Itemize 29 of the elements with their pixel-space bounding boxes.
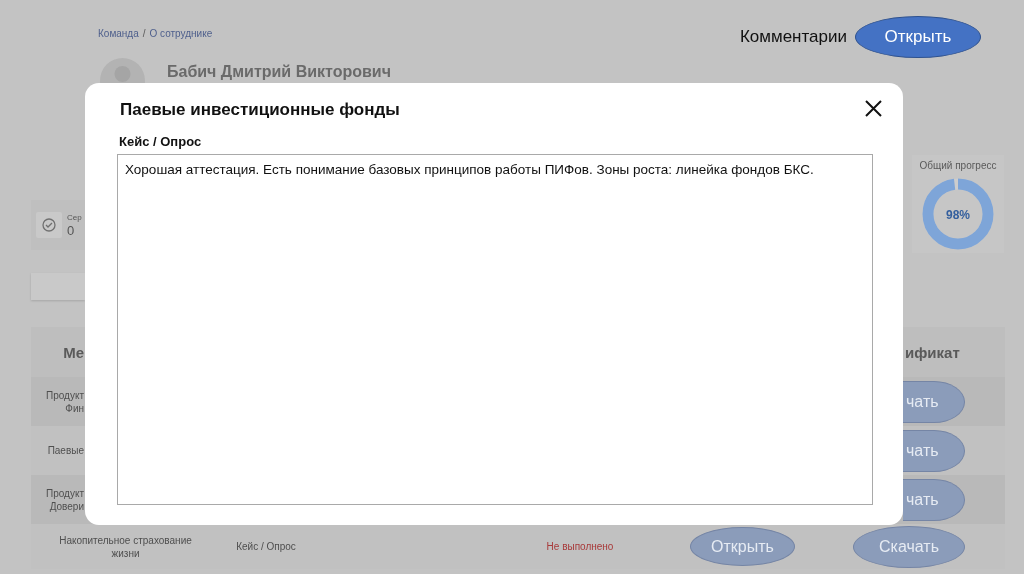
comments-label: Комментарии [739, 27, 847, 47]
status-text: Не выполнено [546, 541, 614, 552]
download-button[interactable]: Скачать [853, 525, 965, 568]
employee-name: Бабич Дмитрий Викторович [167, 62, 391, 82]
download-button[interactable]: чать [903, 478, 965, 521]
stat-value: 0 [67, 223, 76, 237]
table-cell-text: Продукт Фин [45, 388, 85, 415]
progress-percent: 98% [946, 207, 970, 222]
table-cell-text: Продукт Довери [45, 486, 85, 513]
modal-title: Паевые инвестиционные фонды [120, 99, 400, 121]
table-cell-text: Накопительное страхование жизни [58, 533, 193, 560]
open-comments-button[interactable]: Открыть [855, 16, 981, 58]
column-header: ификат [904, 343, 961, 361]
open-button[interactable]: Открыть [690, 527, 795, 566]
table-cell-text: Паевые [46, 444, 85, 457]
stat-label: Сер [67, 213, 82, 222]
panel-background [31, 273, 85, 300]
progress-title: Общий прогресс [919, 160, 997, 172]
breadcrumb-link[interactable]: Команда [98, 27, 139, 40]
breadcrumb-separator: / [142, 27, 146, 40]
comment-field[interactable]: Хорошая аттестация. Есть понимание базовых принципов работы ПИФов. Зоны роста: линейка фондов БКС. [117, 154, 873, 505]
download-button[interactable]: чать [903, 380, 965, 423]
field-label: Кейс / Опрос [119, 134, 202, 150]
close-icon [865, 100, 882, 117]
column-header: Ме [62, 343, 85, 361]
close-button[interactable] [865, 100, 882, 117]
breadcrumb-link[interactable]: О сотруднике [149, 27, 213, 40]
download-button[interactable]: чать [903, 429, 965, 472]
table-cell: Кейс / Опрос [236, 541, 296, 552]
